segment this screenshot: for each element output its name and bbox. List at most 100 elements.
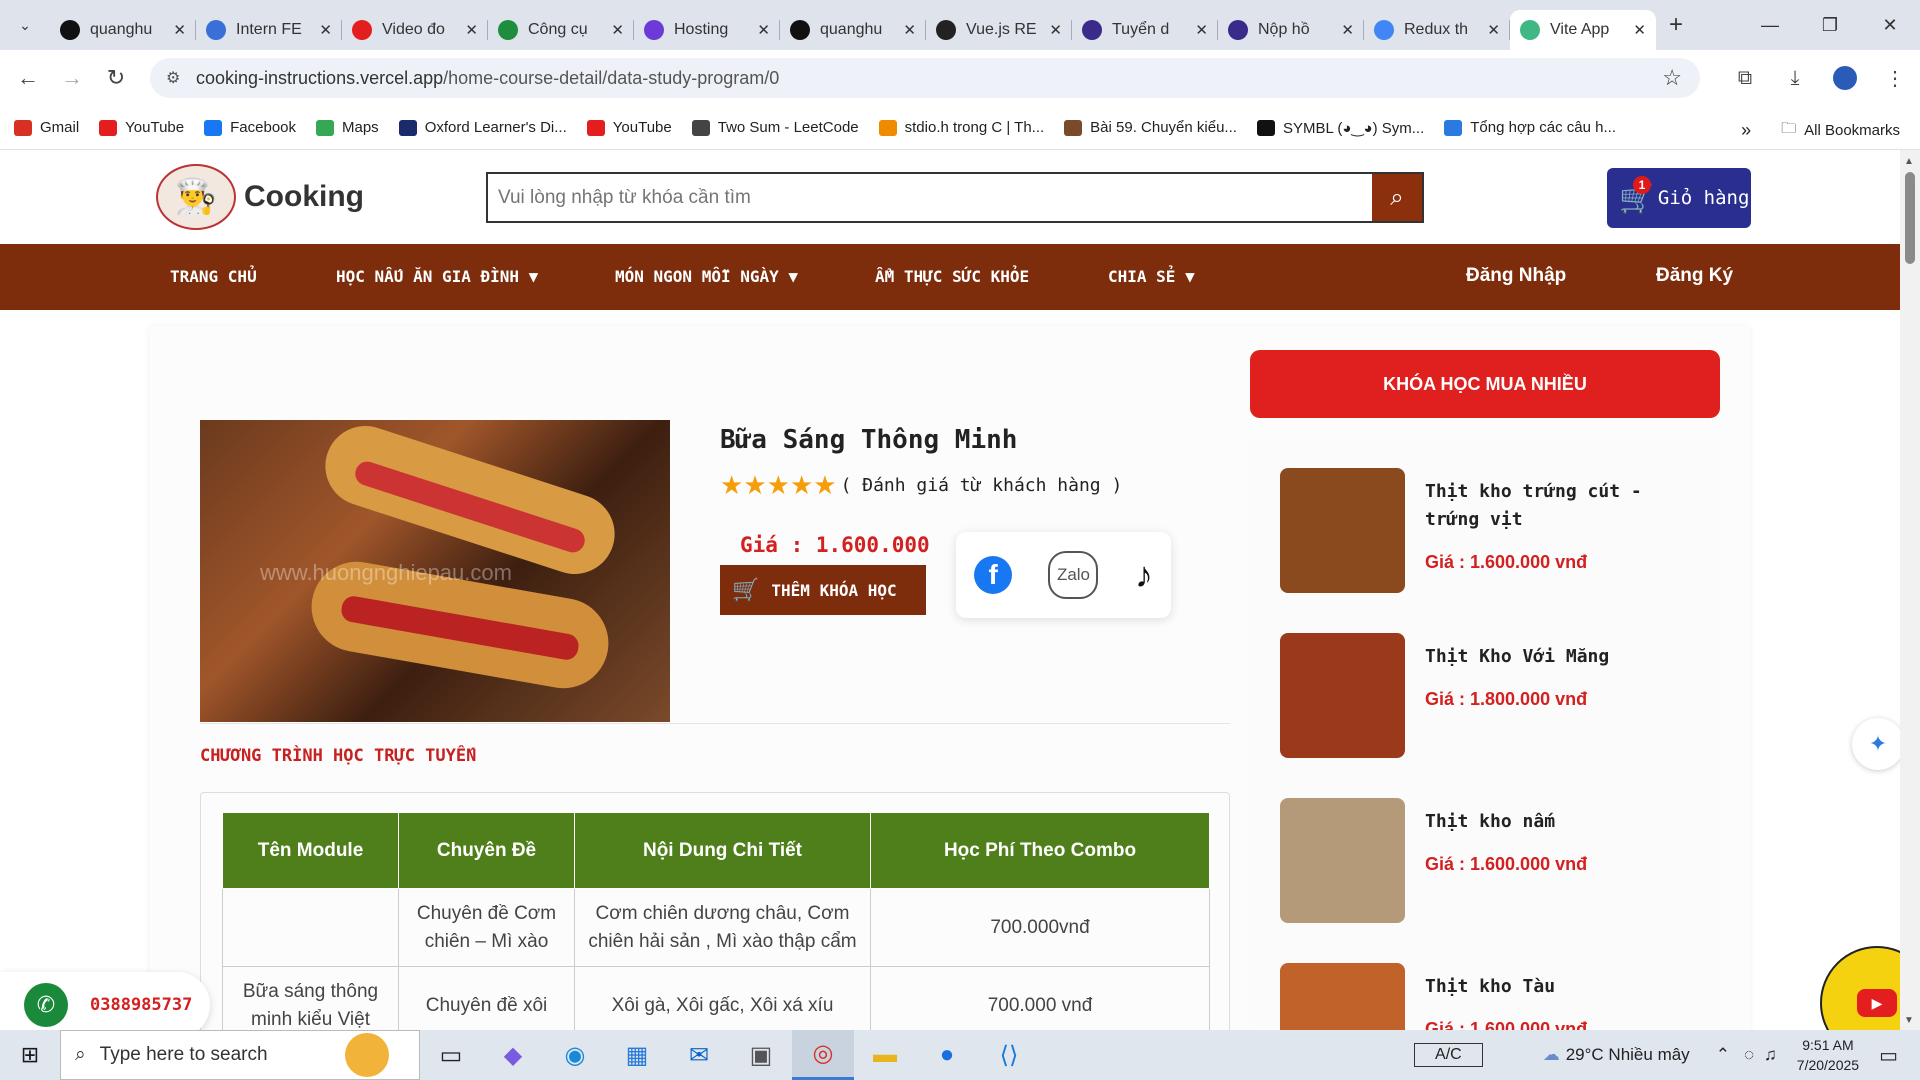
close-tab-icon[interactable]: ✕ [1195, 21, 1208, 39]
tab[interactable]: Công cụ ✕ [488, 10, 634, 50]
tab-title: quanghu [90, 21, 153, 38]
bestseller-item[interactable]: Thịt kho Tàu Giá : 1.600.000 vnđ [1280, 963, 1710, 1030]
search-input[interactable] [488, 174, 1372, 221]
bestseller-item[interactable]: Thịt Kho Với Măng Giá : 1.800.000 vnđ [1280, 633, 1710, 763]
close-tab-icon[interactable]: ✕ [1341, 21, 1354, 39]
network-icon[interactable]: ◌ [1744, 1045, 1754, 1065]
menu-item-share[interactable]: CHIA SẺ ▼ [1108, 267, 1195, 286]
close-tab-icon[interactable]: ✕ [903, 21, 916, 39]
scroll-thumb[interactable] [1905, 172, 1915, 264]
search-button[interactable]: ⌕ [1372, 174, 1422, 221]
profile-avatar[interactable] [1820, 56, 1870, 100]
vscode-icon[interactable]: ⟨⟩ [978, 1030, 1040, 1080]
bestseller-item[interactable]: Thịt kho trứng cút - trứng vịt Giá : 1.6… [1280, 468, 1710, 598]
extensions-icon[interactable]: ⧉ [1720, 56, 1770, 100]
facebook-icon[interactable]: f [974, 556, 1013, 594]
clock[interactable]: 9:51 AM 7/20/2025 [1797, 1035, 1859, 1075]
bookmark-item[interactable]: YouTube [99, 119, 184, 137]
tab[interactable]: quanghu ✕ [780, 10, 926, 50]
site-info-icon[interactable]: ⚙ [166, 68, 180, 88]
back-button[interactable]: ← [6, 56, 50, 100]
tab[interactable]: Tuyển d ✕ [1072, 10, 1218, 50]
bookmark-item[interactable]: Gmail [14, 119, 79, 137]
tab[interactable]: Vite App ✕ [1510, 10, 1656, 50]
notification-icon[interactable]: ▭ [1879, 1043, 1898, 1068]
close-tab-icon[interactable]: ✕ [173, 21, 186, 39]
app-icon[interactable]: ▣ [730, 1030, 792, 1080]
scroll-down-icon[interactable]: ▼ [1904, 1015, 1914, 1026]
tab[interactable]: Nộp hồ ✕ [1218, 10, 1364, 50]
tiktok-icon[interactable]: ♪ [1135, 554, 1153, 596]
bookmark-item[interactable]: Two Sum - LeetCode [691, 119, 859, 137]
bookmark-item[interactable]: SYMBL (◕‿◕) Sym... [1256, 119, 1424, 137]
tab[interactable]: quanghu ✕ [50, 10, 196, 50]
tab[interactable]: Video đo ✕ [342, 10, 488, 50]
file-explorer-icon[interactable]: ▬ [854, 1030, 916, 1080]
tab[interactable]: Hosting ✕ [634, 10, 780, 50]
close-tab-icon[interactable]: ✕ [465, 21, 478, 39]
bookmark-star-icon[interactable]: ☆ [1662, 65, 1682, 91]
bestseller-item[interactable]: Thịt kho nấm Giá : 1.600.000 vnđ [1280, 798, 1710, 928]
task-view-icon[interactable]: ▭ [420, 1030, 482, 1080]
close-tab-icon[interactable]: ✕ [1049, 21, 1062, 39]
bookmark-item[interactable]: Oxford Learner's Di... [398, 119, 567, 137]
edge-icon[interactable]: ◉ [544, 1030, 606, 1080]
course-price: Giá : 1.600.000 vnđ [1425, 1019, 1588, 1030]
col-header-module: Tên Module [222, 812, 399, 889]
bookmark-item[interactable]: YouTube [586, 119, 672, 137]
scroll-up-icon[interactable]: ▲ [1904, 156, 1914, 167]
taskbar-search[interactable]: ⌕ Type here to search [60, 1030, 420, 1080]
zalo-icon[interactable]: Zalo [1048, 551, 1099, 599]
add-course-button[interactable]: 🛒 THÊM KHÓA HỌC [720, 565, 926, 615]
address-bar[interactable]: ⚙ cooking-instructions.vercel.app/home-c… [150, 58, 1700, 98]
outlook-icon[interactable]: ✉ [668, 1030, 730, 1080]
weather-text[interactable]: 29°C Nhiều mây [1566, 1045, 1690, 1065]
tab[interactable]: Vue.js RE ✕ [926, 10, 1072, 50]
volume-icon[interactable]: ♫ [1764, 1045, 1777, 1065]
menu-item-daily-dishes[interactable]: MÓN NGON MỖI NGÀY ▼ [615, 267, 798, 286]
page-scrollbar[interactable]: ▲ ▼ [1900, 150, 1920, 1030]
star-icon: ★ [789, 470, 814, 500]
copilot-icon[interactable]: ◆ [482, 1030, 544, 1080]
chrome-icon[interactable]: ◎ [792, 1030, 854, 1080]
tab[interactable]: Redux th ✕ [1364, 10, 1510, 50]
hotline-widget[interactable]: ✆ 0388985737 [0, 972, 210, 1030]
all-bookmarks[interactable]: » 🗀 All Bookmarks [1741, 118, 1900, 143]
close-window-button[interactable]: ✕ [1860, 0, 1920, 50]
bookmark-item[interactable]: Tổng hợp các câu h... [1444, 119, 1616, 137]
bookmark-label: Oxford Learner's Di... [424, 119, 567, 136]
forward-button[interactable]: → [50, 56, 94, 100]
minimize-button[interactable]: — [1740, 0, 1800, 50]
assistant-icon[interactable]: ✦ [1852, 718, 1900, 770]
close-tab-icon[interactable]: ✕ [757, 21, 770, 39]
windows-start-button[interactable]: ⊞ [0, 1030, 60, 1080]
bookmark-item[interactable]: Facebook [204, 119, 296, 137]
tab[interactable]: Intern FE ✕ [196, 10, 342, 50]
site-logo[interactable]: 👨‍🍳 Cooking [156, 164, 364, 230]
store-icon[interactable]: ▦ [606, 1030, 668, 1080]
reload-button[interactable]: ↻ [94, 56, 138, 100]
zalo-app-icon[interactable]: ● [916, 1030, 978, 1080]
cart-button[interactable]: 🛒 1 Giỏ hàng [1607, 168, 1751, 228]
menu-item-home[interactable]: TRANG CHỦ [170, 267, 257, 286]
menu-item-family-cooking[interactable]: HỌC NẤU ĂN GIA ĐÌNH ▼ [336, 267, 538, 286]
close-tab-icon[interactable]: ✕ [319, 21, 332, 39]
close-tab-icon[interactable]: ✕ [1487, 21, 1500, 39]
close-tab-icon[interactable]: ✕ [611, 21, 624, 39]
close-tab-icon[interactable]: ✕ [1633, 21, 1646, 39]
tab-title: Hosting [674, 21, 729, 38]
bookmark-item[interactable]: stdio.h trong C | Th... [878, 119, 1044, 137]
menu-kebab-icon[interactable]: ⋮ [1870, 56, 1920, 100]
register-link[interactable]: Đăng Ký [1656, 265, 1733, 287]
menu-item-healthy-food[interactable]: ẨM THỰC SỨC KHỎE [875, 267, 1029, 286]
bookmark-list: Gmail YouTube Facebook Maps Oxford Learner's… [14, 119, 1636, 137]
more-bookmarks-icon[interactable]: » [1741, 120, 1751, 141]
new-tab-button[interactable]: + [1656, 11, 1696, 39]
restore-button[interactable]: ❐ [1800, 0, 1860, 50]
tray-chevron-icon[interactable]: ⌃ [1716, 1045, 1730, 1065]
bookmark-item[interactable]: Bài 59. Chuyển kiểu... [1064, 119, 1237, 137]
login-link[interactable]: Đăng Nhập [1466, 265, 1566, 287]
tab-search-button[interactable]: ⌄ [0, 0, 50, 50]
bookmark-item[interactable]: Maps [316, 119, 379, 137]
download-icon[interactable]: ⤓ [1770, 56, 1820, 100]
